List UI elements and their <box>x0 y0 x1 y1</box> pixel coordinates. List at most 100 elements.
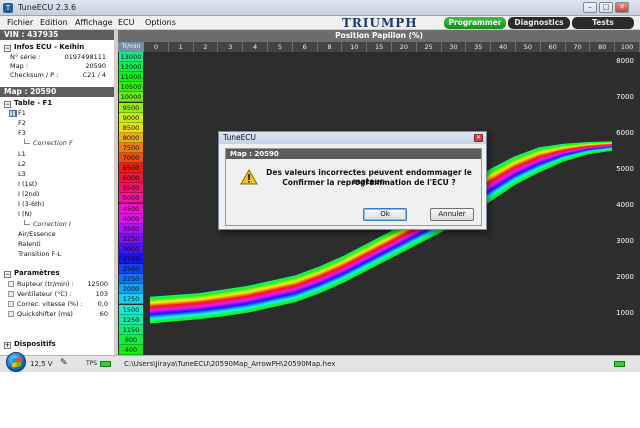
table-item-f1[interactable]: F1 <box>18 109 26 117</box>
y-tick-label: 7000 <box>616 93 634 101</box>
rpm-cell: 800 <box>119 334 143 345</box>
rpm-cell: 8500 <box>119 122 143 133</box>
rpm-cell: 10000 <box>119 92 143 103</box>
menu-ecu[interactable]: ECU <box>118 18 135 27</box>
table-item-l2[interactable]: L2 <box>18 160 26 168</box>
rpm-cell: 11000 <box>119 72 143 83</box>
rpm-cell: 2000 <box>119 284 143 295</box>
throttle-header-cell: 15 <box>367 42 392 52</box>
throttle-header-cell: 100 <box>615 42 640 52</box>
throttle-header-cell: 25 <box>417 42 442 52</box>
rpm-cell: 3000 <box>119 243 143 254</box>
rpm-cell: 1500 <box>119 304 143 315</box>
table-item-i-2nd[interactable]: I (2nd) <box>18 190 39 198</box>
throttle-header-row: 0 1 2 3 4 5 6 8 10 15 20 25 30 35 40 50 60 70 80 100 <box>144 42 640 52</box>
y-tick-label: 8000 <box>616 57 634 65</box>
rpm-cell: 5000 <box>119 193 143 204</box>
throttle-header-cell: 5 <box>268 42 293 52</box>
menu-options[interactable]: Options <box>145 18 176 27</box>
rpm-cell: 7500 <box>119 142 143 153</box>
param-icon <box>8 281 14 287</box>
rpm-cell: 3250 <box>119 233 143 244</box>
file-path: C:\Users\Jiraya\TuneECU\20590Map_ArrowPH… <box>124 360 336 368</box>
table-item-i-n[interactable]: I (N) <box>18 210 32 218</box>
table-item-i-1st[interactable]: I (1st) <box>18 180 37 188</box>
close-button[interactable]: ✕ <box>615 2 629 13</box>
menu-affichage[interactable]: Affichage <box>75 18 113 27</box>
annuler-button[interactable]: Annuler <box>430 208 474 221</box>
menu-fichier[interactable]: Fichier <box>7 18 33 27</box>
rpm-cell: 6000 <box>119 173 143 184</box>
info-row-serial: N° série :0197498111 <box>10 53 106 61</box>
rpm-cell: 10500 <box>119 82 143 93</box>
y-tick-label: 1000 <box>616 309 634 317</box>
windows-start-icon[interactable] <box>6 352 26 372</box>
y-tick-label: 3000 <box>616 237 634 245</box>
table-item-correction-i[interactable]: Correction I <box>24 220 71 228</box>
rpm-cell: 1750 <box>119 294 143 305</box>
table-item-air-essence[interactable]: Air/Essence <box>18 230 56 238</box>
map-header: Map : 20590 <box>0 87 114 97</box>
rpm-cell: 7000 <box>119 153 143 164</box>
param-icon <box>8 311 14 317</box>
triumph-logo: TRIUMPH <box>342 16 418 30</box>
throttle-header-cell: 6 <box>293 42 318 52</box>
param-icon <box>8 291 14 297</box>
rpm-cell: 9500 <box>119 102 143 113</box>
table-item-ralenti[interactable]: Ralenti <box>18 240 41 248</box>
y-tick-label: 5000 <box>616 165 634 173</box>
tab-diagnostics[interactable]: Diagnostics <box>508 17 570 29</box>
y-tick-label: 2000 <box>616 273 634 281</box>
rpm-cell: 1150 <box>119 324 143 335</box>
rpm-header: Tr/min <box>118 42 144 52</box>
param-ventilateur[interactable]: Ventilateur (°C) :103 <box>8 290 108 298</box>
vin-header: VIN : 437935 <box>0 30 114 40</box>
tab-programmer[interactable]: Programmer <box>444 17 506 29</box>
tps-indicator <box>100 361 111 367</box>
throttle-header-cell: 8 <box>318 42 343 52</box>
maximize-button[interactable]: □ <box>599 2 613 13</box>
table-grid-icon <box>9 110 17 117</box>
rpm-cell: 2250 <box>119 274 143 285</box>
param-correc-vitesse[interactable]: Correc. vitesse (%) :0,0 <box>8 300 108 308</box>
throttle-header-cell: 0 <box>144 42 169 52</box>
rpm-cell: 2750 <box>119 254 143 265</box>
table-item-l3[interactable]: L3 <box>18 170 26 178</box>
table-item-i-3-6th[interactable]: I (3-6th) <box>18 200 44 208</box>
dialog-message-line2: Confirmer la reprogrammation de l'ECU ? <box>282 178 456 187</box>
minimize-button[interactable]: – <box>583 2 597 13</box>
table-item-f2[interactable]: F2 <box>18 119 26 127</box>
ok-button[interactable]: Ok <box>363 208 407 221</box>
throttle-header-cell: 40 <box>491 42 516 52</box>
dialog-close-icon[interactable]: ✕ <box>474 134 483 142</box>
dialog-map-header: Map : 20590 <box>226 149 481 159</box>
rpm-cell: 400 <box>119 344 143 355</box>
parametres-section[interactable]: − Paramètres <box>4 269 60 278</box>
tps-label: TPS <box>86 360 98 367</box>
y-tick-label: 4000 <box>616 201 634 209</box>
table-item-correction-f[interactable]: Correction F <box>24 139 73 147</box>
menu-edition[interactable]: Edition <box>40 18 68 27</box>
param-rupteur[interactable]: Rupteur (tr/min) :12500 <box>8 280 108 288</box>
rpm-cell: 2500 <box>119 264 143 275</box>
throttle-header-cell: 3 <box>218 42 244 52</box>
tab-tests[interactable]: Tests <box>572 17 634 29</box>
throttle-axis-title: Position Papillon (%) <box>118 30 640 42</box>
rpm-cell: 12000 <box>119 62 143 73</box>
throttle-header-cell: 80 <box>590 42 616 52</box>
rpm-cell: 1250 <box>119 314 143 325</box>
collapse-icon[interactable]: − <box>4 101 11 108</box>
param-quickshifter[interactable]: Quickshifter (ms) 60 <box>8 310 108 318</box>
expand-icon[interactable]: + <box>4 342 11 349</box>
dispositifs-section[interactable]: + Dispositifs <box>4 340 56 349</box>
table-item-transition[interactable]: Transition F-L <box>18 250 61 258</box>
table-section[interactable]: − Table - F1 <box>4 99 52 108</box>
collapse-icon[interactable]: − <box>4 271 11 278</box>
throttle-header-cell: 10 <box>342 42 368 52</box>
collapse-icon[interactable]: − <box>4 45 11 52</box>
throttle-header-cell: 30 <box>442 42 467 52</box>
table-item-f3[interactable]: F3 <box>18 129 26 137</box>
table-item-l1[interactable]: L1 <box>18 150 26 158</box>
title-bar: T TuneECU 2.3.6 – □ ✕ <box>0 0 640 16</box>
infos-ecu-section[interactable]: − Infos ECU - Keihin <box>4 43 84 52</box>
